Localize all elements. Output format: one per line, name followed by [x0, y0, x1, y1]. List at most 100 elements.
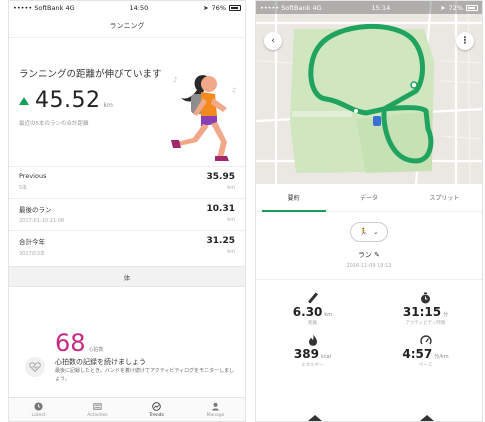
heart-rate-card[interactable]: 68 心拍数 心拍数の記録を続けましょう 最後に記録したとき。バンドを着け続けて…	[9, 287, 245, 391]
tab-activities[interactable]: Activities	[68, 398, 127, 421]
edit-pencil-icon[interactable]: ✎	[374, 251, 380, 259]
battery-percent: 76%	[211, 3, 226, 12]
metric-value: 6.30	[292, 305, 323, 319]
stat-unit: km	[227, 217, 235, 223]
stat-label: 最後のラン	[19, 206, 52, 214]
phone-activity-detail-screen: ••••• SoftBank 4G 15:14 ➤ 72% ‹ ⋮ 要約 データ…	[255, 0, 483, 422]
clock-icon	[34, 401, 43, 411]
metrics-grid: 6.30 km 距離 31:15 分 アクティビティ時間 389 kcal エネルギー	[256, 280, 482, 368]
trend-hero-card[interactable]: ランニングの距離が伸びています 45.52 km 最近の5本のランの合計距離 ♪…	[9, 38, 245, 166]
metric-duration: 31:15 分 アクティビティ時間	[369, 292, 482, 326]
metric-label: 距離	[308, 321, 317, 326]
metric-label: アクティビティ時間	[405, 321, 446, 326]
tab-summary[interactable]: 要約	[256, 193, 331, 202]
chevron-down-icon: ⌄	[372, 228, 379, 236]
carrier-text: ••••• SoftBank 4G	[260, 3, 322, 12]
stat-row-year-total[interactable]: 合計今年 2017の3本 31.25 km	[9, 230, 245, 262]
status-time: 15:14	[371, 3, 391, 12]
activity-type-dropdown[interactable]: 🏃 ⌄	[350, 222, 388, 242]
active-tab-indicator	[262, 210, 326, 212]
stat-label: Previous	[19, 172, 47, 180]
stat-value: 35.95	[206, 172, 235, 182]
stopwatch-icon	[420, 292, 431, 304]
heart-rate-title: 心拍数の記録を続けましょう	[55, 358, 146, 366]
tab-latest[interactable]: Latest	[9, 398, 68, 421]
metric-unit: kcal	[320, 354, 332, 360]
section-label: 体	[123, 273, 131, 282]
metric-pace: 4:57 分/km ペース	[369, 334, 482, 368]
metric-unit: 分	[443, 312, 449, 318]
hero-unit: km	[103, 102, 113, 109]
activity-name: ラン	[357, 251, 372, 259]
svg-text:♫: ♫	[231, 87, 236, 94]
page-header: ランニング	[9, 14, 245, 38]
svg-text:♪: ♪	[173, 76, 177, 84]
activity-date: 2016-11-09 19:12	[346, 263, 392, 269]
more-options-button[interactable]: ⋮	[456, 32, 474, 50]
phone-trends-screen: ••••• SoftBank 4G 14:50 ➤ 76% ランニング ランニン…	[8, 0, 246, 422]
battery-icon	[229, 4, 241, 11]
metric-label: エネルギー	[301, 363, 324, 368]
heart-rate-icon	[25, 357, 45, 377]
screenshot-stage: ••••• SoftBank 4G 14:50 ➤ 76% ランニング ランニン…	[0, 0, 485, 422]
tab-label: Trends	[149, 412, 164, 418]
run-icon: 🏃	[359, 228, 368, 236]
metric-value: 31:15	[402, 305, 442, 319]
runner-illustration: ♪ ♫	[171, 75, 236, 161]
stat-value: 10.31	[206, 204, 235, 214]
heart-rate-value: 68	[55, 329, 86, 357]
pace-icon	[419, 334, 432, 346]
stat-unit: km	[227, 185, 235, 191]
status-bar: ••••• SoftBank 4G 14:50 ➤ 76%	[9, 1, 245, 14]
heart-rate-description: 最後に記録したとき。バンドを着け続けてアクティビティログをモニターしましょう。	[55, 368, 235, 382]
activity-title[interactable]: ラン ✎	[256, 250, 482, 260]
stat-sub: 5本	[19, 185, 28, 191]
list-icon	[93, 402, 102, 410]
back-button[interactable]: ‹	[264, 32, 282, 50]
tab-label: Activities	[87, 412, 108, 418]
stat-unit: km	[227, 249, 235, 255]
stat-row-last-run[interactable]: 最後のラン 2017-01-10 21:08 10.31 km	[9, 198, 245, 230]
stat-sub: 2017の3本	[19, 251, 45, 257]
tab-manage[interactable]: Manage	[186, 398, 245, 421]
stat-sub: 2017-01-10 21:08	[19, 218, 65, 224]
metric-distance: 6.30 km 距離	[256, 292, 369, 326]
trends-icon	[152, 401, 161, 411]
metric-unit: km	[324, 312, 333, 318]
flame-icon	[308, 334, 318, 346]
status-time: 14:50	[129, 3, 149, 12]
tab-label: Manage	[206, 412, 225, 418]
heart-rate-unit: 心拍数	[88, 347, 104, 353]
bottom-tab-bar: Latest Activities Trends Manage	[9, 397, 245, 421]
metric-value: 4:57	[402, 347, 433, 361]
stat-row-previous[interactable]: Previous 5本 35.95 km	[9, 166, 245, 198]
tab-splits[interactable]: スプリット	[407, 193, 482, 202]
tab-trends[interactable]: Trends	[127, 398, 186, 421]
chevron-left-icon: ‹	[271, 36, 275, 46]
location-icon: ➤	[203, 3, 209, 12]
partial-metric-icon	[420, 415, 434, 421]
tab-label: Latest	[31, 412, 46, 418]
heart-rate-value-row: 68 心拍数	[55, 329, 104, 357]
battery-icon	[466, 4, 478, 11]
stat-value: 31.25	[206, 236, 235, 246]
page-title: ランニング	[109, 21, 145, 30]
tab-data[interactable]: データ	[331, 193, 406, 202]
metric-unit: 分/km	[434, 354, 449, 360]
metric-value: 389	[293, 347, 319, 361]
ruler-icon	[307, 292, 319, 304]
carrier-text: ••••• SoftBank 4G	[13, 3, 75, 12]
section-header-body: 体	[9, 266, 245, 287]
trend-up-icon	[19, 96, 29, 105]
metric-label: ペース	[418, 363, 433, 368]
route-map[interactable]: ••••• SoftBank 4G 15:14 ➤ 72% ‹ ⋮	[256, 1, 482, 184]
metric-calories: 389 kcal エネルギー	[256, 334, 369, 368]
battery-percent: 72%	[448, 3, 463, 12]
hero-value: 45.52	[35, 88, 101, 113]
location-icon: ➤	[440, 3, 446, 12]
person-icon	[212, 402, 219, 411]
more-vertical-icon: ⋮	[460, 36, 470, 46]
stat-label: 合計今年	[19, 238, 45, 246]
status-bar: ••••• SoftBank 4G 15:14 ➤ 72%	[256, 1, 482, 14]
partial-metric-icon	[308, 415, 322, 421]
